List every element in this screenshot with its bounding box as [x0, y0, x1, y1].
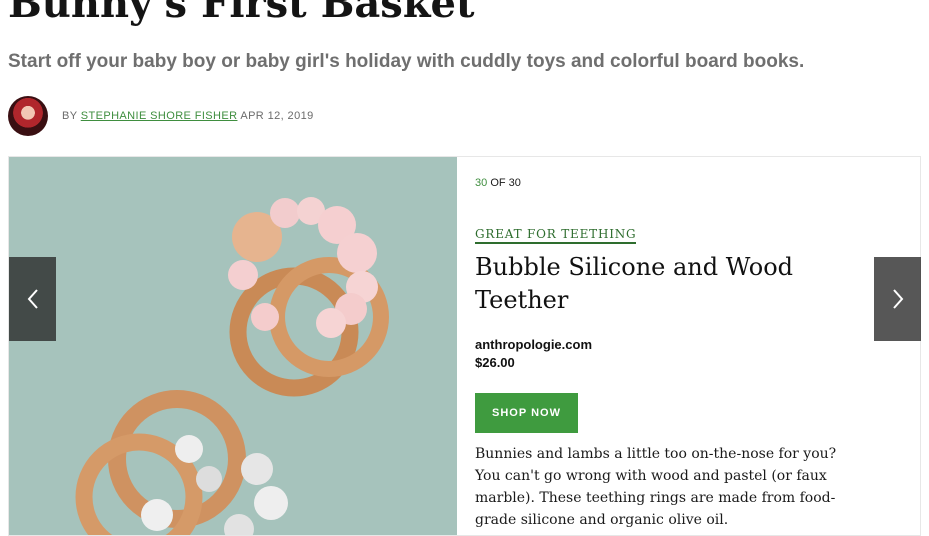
chevron-left-icon [27, 289, 38, 309]
product-image [9, 157, 457, 535]
slide-counter: 30 OF 30 [475, 177, 521, 189]
shop-now-button[interactable]: SHOP NOW [475, 393, 578, 433]
chevron-right-icon [892, 289, 903, 309]
slide-current: 30 [475, 177, 488, 189]
byline: BY STEPHANIE SHORE FISHER APR 12, 2019 [8, 96, 314, 136]
byline-text: BY STEPHANIE SHORE FISHER APR 12, 2019 [62, 110, 314, 122]
slide-of-label: OF [490, 177, 506, 189]
retailer-name: anthropologie.com [475, 337, 592, 352]
next-slide-button[interactable] [874, 257, 921, 341]
previous-slide-button[interactable] [9, 257, 56, 341]
article-subtitle: Start off your baby boy or baby girl's h… [8, 51, 805, 72]
product-description: Bunnies and lambs a little too on-the-no… [475, 446, 837, 528]
page-title: Bunny's First Basket [8, 0, 475, 27]
product-title: Bubble Silicone and Wood Teether [475, 253, 794, 314]
slide-total: 30 [508, 177, 521, 189]
slideshow: 30 OF 30 GREAT FOR TEETHING Bubble Silic… [8, 156, 921, 536]
byline-prefix: BY [62, 110, 78, 122]
product-category[interactable]: GREAT FOR TEETHING [475, 227, 637, 244]
teether-illustration [9, 157, 457, 535]
product-price: $26.00 [475, 355, 515, 370]
author-link[interactable]: STEPHANIE SHORE FISHER [81, 110, 238, 122]
publish-date: APR 12, 2019 [240, 110, 314, 122]
author-avatar[interactable] [8, 96, 48, 136]
